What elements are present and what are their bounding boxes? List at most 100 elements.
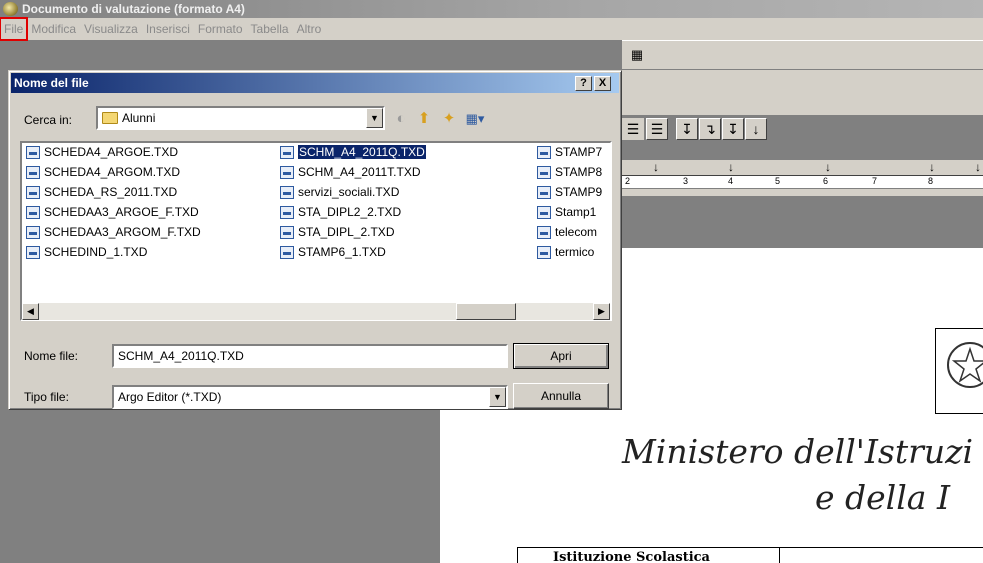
file-name: termico <box>555 245 595 259</box>
open-button[interactable]: Apri <box>513 343 609 369</box>
txd-file-icon <box>26 206 40 219</box>
filetype-select[interactable]: Argo Editor (*.TXD) ▼ <box>112 385 508 409</box>
file-list-item[interactable]: SCHEDA4_ARGOE.TXD <box>24 143 178 162</box>
file-name: STAMP7 <box>555 145 603 159</box>
tab-stop-icon[interactable]: ↓ <box>929 161 935 173</box>
file-list-item[interactable]: servizi_sociali.TXD <box>278 183 399 202</box>
back-icon[interactable]: ◐ <box>392 110 410 128</box>
file-list-item[interactable]: SCHEDAA3_ARGOM_F.TXD <box>24 223 201 242</box>
indent-button-1[interactable]: ↧ <box>676 118 698 140</box>
file-list-item[interactable]: SCHEDA4_ARGOM.TXD <box>24 163 180 182</box>
tab-stop-icon[interactable]: ↓ <box>825 161 831 173</box>
app-title: Documento di valutazione (formato A4) <box>22 2 245 16</box>
txd-file-icon <box>280 206 294 219</box>
horizontal-scrollbar[interactable]: ◀ ▶ <box>22 303 610 320</box>
txd-file-icon <box>537 146 551 159</box>
look-in-label: Cerca in: <box>24 113 73 127</box>
dialog-title-bar: Nome del file <box>11 73 619 93</box>
help-button[interactable]: ? <box>575 76 592 91</box>
file-list-item[interactable]: STA_DIPL_2.TXD <box>278 223 394 242</box>
close-button[interactable]: X <box>594 76 611 91</box>
new-folder-icon[interactable]: ✦ <box>440 110 458 128</box>
file-list-item[interactable]: STAMP7 <box>535 143 610 162</box>
file-name: SCHEDA4_ARGOM.TXD <box>44 165 181 179</box>
menu-tabella[interactable]: Tabella <box>247 18 293 40</box>
ruler-number: 2 <box>625 176 631 186</box>
look-in-value: Alunni <box>122 111 156 125</box>
chevron-down-icon[interactable]: ▼ <box>489 387 506 407</box>
txd-file-icon <box>280 226 294 239</box>
txd-file-icon <box>280 246 294 259</box>
menu-formato[interactable]: Formato <box>194 18 247 40</box>
up-folder-icon[interactable]: ⬆ <box>415 110 433 128</box>
menu-inserisci[interactable]: Inserisci <box>142 18 194 40</box>
dialog-title: Nome del file <box>14 76 89 90</box>
menu-altro[interactable]: Altro <box>293 18 326 40</box>
txd-file-icon <box>537 226 551 239</box>
menu-file[interactable]: File <box>0 17 29 41</box>
table-icon[interactable]: ▦ <box>626 44 648 66</box>
txd-file-icon <box>26 146 40 159</box>
indent-button-3[interactable]: ↧ <box>722 118 744 140</box>
txd-file-icon <box>280 146 294 159</box>
file-name: STA_DIPL2_2.TXD <box>298 205 402 219</box>
file-list-item[interactable]: STAMP9 <box>535 183 610 202</box>
ruler-number: 5 <box>775 176 781 186</box>
ministry-title-line1: Ministero dell'Istruzi <box>622 432 974 471</box>
ruler-number: 4 <box>728 176 734 186</box>
file-list-item[interactable]: SCHEDA_RS_2011.TXD <box>24 183 177 202</box>
file-name: SCHM_A4_2011T.TXD <box>298 165 421 179</box>
look-in-combo[interactable]: Alunni ▼ <box>96 106 385 130</box>
scroll-thumb[interactable] <box>456 303 516 320</box>
tab-stop-icon[interactable]: ↓ <box>975 161 981 173</box>
file-list-item[interactable]: SCHM_A4_2011Q.TXD <box>278 143 426 162</box>
txd-file-icon <box>537 206 551 219</box>
file-list-item[interactable]: Stamp1 <box>535 203 610 222</box>
scroll-left-icon[interactable]: ◀ <box>22 303 39 320</box>
indent-button-4[interactable]: ↓ <box>745 118 767 140</box>
file-name: SCHEDAA3_ARGOM_F.TXD <box>44 225 201 239</box>
chevron-down-icon[interactable]: ▼ <box>366 108 383 128</box>
txd-file-icon <box>26 246 40 259</box>
ruler-number: 8 <box>928 176 934 186</box>
file-name: Stamp1 <box>555 205 597 219</box>
ruler[interactable]: 2 3 4 5 6 7 8 <box>622 175 983 189</box>
txd-file-icon <box>537 166 551 179</box>
file-list-item[interactable]: SCHM_A4_2011T.TXD <box>278 163 421 182</box>
workspace-left <box>0 410 440 563</box>
file-name: STAMP9 <box>555 185 603 199</box>
bullet-list-icon[interactable]: ☰ <box>622 118 644 140</box>
scroll-right-icon[interactable]: ▶ <box>593 303 610 320</box>
file-name: SCHEDA_RS_2011.TXD <box>44 185 178 199</box>
file-name: STA_DIPL_2.TXD <box>298 225 395 239</box>
file-name: STAMP6_1.TXD <box>298 245 386 259</box>
app-globe-icon[interactable] <box>3 2 18 16</box>
republic-emblem-image <box>935 328 983 414</box>
txd-file-icon <box>26 226 40 239</box>
table-divider <box>779 547 780 563</box>
menu-modifica[interactable]: Modifica <box>27 18 80 40</box>
file-list-item[interactable]: STA_DIPL2_2.TXD <box>278 203 401 222</box>
menu-bar: File Modifica Visualizza Inserisci Formato Ta… <box>0 17 983 41</box>
file-name: SCHEDIND_1.TXD <box>44 245 148 259</box>
file-list-item[interactable]: termico <box>535 243 610 262</box>
indent-button-2[interactable]: ↴ <box>699 118 721 140</box>
file-list-item[interactable]: telecom <box>535 223 610 242</box>
file-list-item[interactable]: STAMP8 <box>535 163 610 182</box>
txd-file-icon <box>280 186 294 199</box>
file-list-item[interactable]: SCHEDAA3_ARGOE_F.TXD <box>24 203 199 222</box>
ruler-number: 7 <box>872 176 878 186</box>
tab-stop-icon[interactable]: ↓ <box>653 161 659 173</box>
file-name: servizi_sociali.TXD <box>298 185 400 199</box>
tab-stop-icon[interactable]: ↓ <box>728 161 734 173</box>
file-list-item[interactable]: SCHEDIND_1.TXD <box>24 243 147 262</box>
txd-file-icon <box>26 186 40 199</box>
numbered-list-icon[interactable]: ☰ <box>646 118 668 140</box>
view-menu-icon[interactable]: ▦▾ <box>463 110 487 128</box>
cancel-button[interactable]: Annulla <box>513 383 609 409</box>
file-list-item[interactable]: STAMP6_1.TXD <box>278 243 386 262</box>
menu-visualizza[interactable]: Visualizza <box>80 18 142 40</box>
file-name: SCHM_A4_2011Q.TXD <box>298 145 426 159</box>
filename-input[interactable]: SCHM_A4_2011Q.TXD <box>112 344 508 368</box>
filetype-label: Tipo file: <box>24 390 69 404</box>
